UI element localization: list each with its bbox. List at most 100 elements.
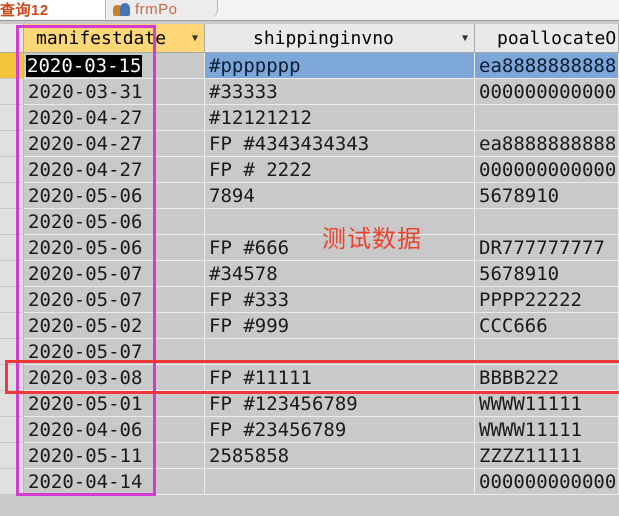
cell-shippinginvno[interactable]: 7894 <box>205 183 475 209</box>
cell-shippinginvno[interactable]: FP #4343434343 <box>205 131 475 157</box>
cell-text: 2020-05-06 <box>28 211 143 233</box>
cell-poallocate[interactable]: 000000000000 <box>475 79 619 105</box>
row-selector[interactable] <box>0 443 24 469</box>
cell-manifestdate[interactable]: 2020-04-27 <box>24 105 205 131</box>
cell-poallocate[interactable]: WWWW11111 <box>475 417 619 443</box>
table-row[interactable]: 2020-05-11 2585858 ZZZZ11111 <box>0 443 619 469</box>
column-header-manifestdate[interactable]: manifestdate ▼ <box>24 24 205 53</box>
cell-manifestdate[interactable]: 2020-04-06 <box>24 417 205 443</box>
cell-poallocate[interactable]: BBBB222 <box>475 365 619 391</box>
cell-manifestdate[interactable]: 2020-05-06 <box>24 209 205 235</box>
tab-frmpo[interactable]: frmPo <box>107 0 218 19</box>
cell-shippinginvno[interactable]: 2585858 <box>205 443 475 469</box>
cell-manifestdate[interactable]: 2020-05-07 <box>24 261 205 287</box>
cell-text: 2020-03-15 <box>26 55 143 77</box>
form-icon <box>113 2 131 17</box>
table-row[interactable]: 2020-04-27 FP # 2222 000000000000 <box>0 157 619 183</box>
row-selector[interactable] <box>0 157 24 183</box>
table-row[interactable]: 2020-05-02 FP #999 CCC666 <box>0 313 619 339</box>
cell-shippinginvno[interactable]: #34578 <box>205 261 475 287</box>
cell-poallocate[interactable]: 5678910 <box>475 183 619 209</box>
cell-manifestdate[interactable]: 2020-04-27 <box>24 157 205 183</box>
table-row[interactable]: 2020-04-27 #12121212 <box>0 105 619 131</box>
cell-text: 2020-04-06 <box>28 419 143 441</box>
row-selector[interactable] <box>0 365 24 391</box>
cell-manifestdate[interactable]: 2020-04-14 <box>24 469 205 495</box>
cell-poallocate[interactable]: 000000000000 <box>475 469 619 495</box>
cell-poallocate[interactable]: ea8888888888 <box>475 131 619 157</box>
cell-manifestdate[interactable]: 2020-04-27 <box>24 131 205 157</box>
cell-poallocate[interactable]: WWWW11111 <box>475 391 619 417</box>
table-row[interactable]: 2020-05-07 FP #333 PPPP22222 <box>0 287 619 313</box>
cell-manifestdate[interactable]: 2020-03-31 <box>24 79 205 105</box>
cell-poallocate[interactable]: ea8888888888 <box>475 53 619 79</box>
table-row[interactable]: 2020-05-07 <box>0 339 619 365</box>
tab-frmpo-label: frmPo <box>135 1 178 18</box>
tab-query12[interactable]: 查询12 <box>0 0 106 38</box>
cell-poallocate[interactable]: ZZZZ11111 <box>475 443 619 469</box>
column-header-shippinginvno[interactable]: shippinginvno ▼ <box>205 24 475 53</box>
row-selector[interactable] <box>0 183 24 209</box>
table-row[interactable]: 2020-05-01 FP #123456789 WWWW11111 <box>0 391 619 417</box>
table-row[interactable]: 2020-04-06 FP #23456789 WWWW11111 <box>0 417 619 443</box>
row-selector[interactable] <box>0 313 24 339</box>
row-selector[interactable] <box>0 339 24 365</box>
cell-manifestdate[interactable]: 2020-03-08 <box>24 365 205 391</box>
cell-shippinginvno[interactable]: FP #23456789 <box>205 417 475 443</box>
row-selector[interactable] <box>0 209 24 235</box>
cell-manifestdate[interactable]: 2020-05-07 <box>24 287 205 313</box>
cell-manifestdate[interactable]: 2020-05-06 <box>24 235 205 261</box>
cell-shippinginvno[interactable]: FP #333 <box>205 287 475 313</box>
cell-manifestdate[interactable]: 2020-05-06 <box>24 183 205 209</box>
cell-poallocate[interactable] <box>475 209 619 235</box>
cell-poallocate[interactable]: CCC666 <box>475 313 619 339</box>
cell-shippinginvno[interactable]: FP # 2222 <box>205 157 475 183</box>
table-row[interactable]: 2020-03-15 #ppppppp ea8888888888 <box>0 53 619 79</box>
cell-poallocate[interactable]: 5678910 <box>475 261 619 287</box>
row-selector[interactable] <box>0 469 24 495</box>
cell-poallocate[interactable]: 000000000000 <box>475 157 619 183</box>
row-selector[interactable] <box>0 287 24 313</box>
cell-poallocate[interactable] <box>475 105 619 131</box>
table-row[interactable]: 2020-03-08 FP #11111 BBBB222 <box>0 365 619 391</box>
cell-poallocate[interactable]: PPPP22222 <box>475 287 619 313</box>
table-row[interactable]: 2020-05-06 <box>0 209 619 235</box>
cell-shippinginvno[interactable]: FP #11111 <box>205 365 475 391</box>
cell-manifestdate[interactable]: 2020-05-11 <box>24 443 205 469</box>
cell-manifestdate[interactable]: 2020-05-02 <box>24 313 205 339</box>
cell-shippinginvno[interactable] <box>205 469 475 495</box>
dropdown-arrow-icon[interactable]: ▼ <box>462 24 468 52</box>
table-row[interactable]: 2020-04-27 FP #4343434343 ea8888888888 <box>0 131 619 157</box>
row-selector[interactable] <box>0 391 24 417</box>
cell-shippinginvno[interactable]: #33333 <box>205 79 475 105</box>
cell-poallocate[interactable] <box>475 339 619 365</box>
dropdown-arrow-icon[interactable]: ▼ <box>192 24 198 52</box>
cell-manifestdate[interactable]: 2020-05-07 <box>24 339 205 365</box>
column-header-label: shippinginvno <box>253 28 394 49</box>
table-row[interactable]: 2020-05-06 7894 5678910 <box>0 183 619 209</box>
cell-shippinginvno[interactable]: #ppppppp <box>205 53 475 79</box>
table-row[interactable]: 2020-04-14 000000000000 <box>0 469 619 495</box>
table-row[interactable]: 2020-05-07 #34578 5678910 <box>0 261 619 287</box>
annotation-text: 测试数据 <box>322 225 422 253</box>
cell-text: 2020-05-11 <box>28 445 143 467</box>
cell-shippinginvno[interactable]: FP #123456789 <box>205 391 475 417</box>
row-selector[interactable] <box>0 261 24 287</box>
table-row[interactable]: 2020-05-06 FP #666 DR777777777 <box>0 235 619 261</box>
row-selector[interactable] <box>0 79 24 105</box>
column-header-poallocate[interactable]: poallocateO <box>475 24 619 53</box>
row-selector[interactable] <box>0 417 24 443</box>
row-selector[interactable] <box>0 131 24 157</box>
cell-manifestdate[interactable]: 2020-05-01 <box>24 391 205 417</box>
select-all-corner[interactable] <box>0 24 24 53</box>
cell-manifestdate[interactable]: 2020-03-15 <box>24 53 205 79</box>
table-row[interactable]: 2020-03-31 #33333 000000000000 <box>0 79 619 105</box>
row-selector[interactable] <box>0 53 24 79</box>
row-selector[interactable] <box>0 105 24 131</box>
cell-shippinginvno[interactable] <box>205 339 475 365</box>
cell-shippinginvno[interactable]: FP #999 <box>205 313 475 339</box>
row-selector[interactable] <box>0 235 24 261</box>
cell-shippinginvno[interactable]: #12121212 <box>205 105 475 131</box>
object-tab-bar: 查询12 frmPo <box>0 0 619 38</box>
cell-poallocate[interactable]: DR777777777 <box>475 235 619 261</box>
